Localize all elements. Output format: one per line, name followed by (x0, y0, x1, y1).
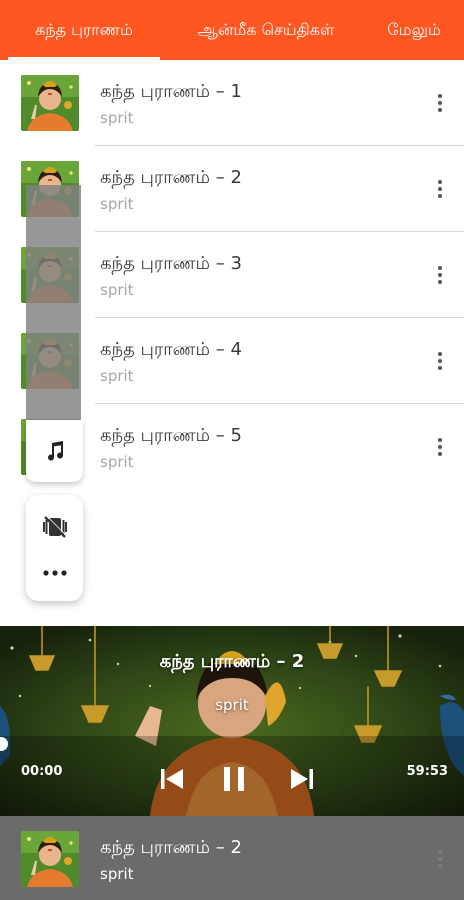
music-button[interactable] (26, 420, 83, 482)
track-subtitle: sprit (100, 453, 134, 471)
mini-player-subtitle: sprit (100, 865, 134, 883)
track-title: கந்த புராணம் – 4 (100, 339, 242, 360)
more-horizontal-icon (42, 570, 67, 576)
mini-player[interactable]: கந்த புராணம் – 2 sprit (0, 816, 464, 900)
track-subtitle: sprit (100, 109, 134, 127)
more-vertical-icon[interactable] (430, 846, 450, 872)
mute-vibrate-icon (42, 515, 67, 538)
app-screen: கந்த புராணம் ஆன்மீக செய்திகள் மேலும் கந்… (0, 0, 464, 900)
more-vertical-icon[interactable] (430, 90, 450, 116)
player-subtitle: sprit (215, 696, 249, 714)
mute-button[interactable] (26, 507, 83, 547)
total-duration: 59:53 (406, 764, 448, 779)
tab-label: ஆன்மீக செய்திகள் (197, 19, 335, 39)
more-button[interactable] (26, 555, 83, 591)
tab-label: மேலும் (387, 19, 441, 39)
elapsed-time: 00:00 (21, 764, 63, 779)
now-playing-panel: கந்த புராணம் – 2 sprit 00:00 59:53 (0, 626, 464, 816)
pause-icon (224, 767, 244, 791)
tab-spiritual-news[interactable]: ஆன்மீக செய்திகள் (168, 0, 364, 60)
music-note-icon (47, 441, 63, 461)
track-title: கந்த புராணம் – 3 (100, 253, 242, 274)
pause-button[interactable] (216, 759, 252, 799)
mini-player-thumbnail (21, 831, 79, 887)
track-title: கந்த புராணம் – 1 (100, 81, 242, 102)
track-thumbnail (21, 75, 79, 131)
track-row[interactable]: கந்த புராணம் – 1 sprit (0, 60, 464, 146)
side-panel-overlay (26, 185, 81, 425)
player-title: கந்த புராணம் – 2 (159, 651, 305, 672)
next-button[interactable] (285, 759, 319, 799)
skip-next-icon (291, 769, 313, 789)
more-vertical-icon[interactable] (430, 176, 450, 202)
track-title: கந்த புராணம் – 2 (100, 167, 242, 188)
tab-label: கந்த புராணம் (35, 19, 133, 39)
more-vertical-icon[interactable] (430, 262, 450, 288)
side-panel-actions (26, 495, 83, 601)
track-subtitle: sprit (100, 367, 134, 385)
previous-button[interactable] (155, 759, 189, 799)
tab-more[interactable]: மேலும் (364, 0, 464, 60)
track-title: கந்த புராணம் – 5 (100, 425, 242, 446)
mini-player-title: கந்த புராணம் – 2 (100, 837, 242, 858)
more-vertical-icon[interactable] (430, 348, 450, 374)
track-subtitle: sprit (100, 195, 134, 213)
tab-kantha-puranam[interactable]: கந்த புராணம் (0, 0, 168, 60)
skip-previous-icon (161, 769, 183, 789)
more-vertical-icon[interactable] (430, 434, 450, 460)
track-subtitle: sprit (100, 281, 134, 299)
top-tab-bar: கந்த புராணம் ஆன்மீக செய்திகள் மேலும் (0, 0, 464, 60)
